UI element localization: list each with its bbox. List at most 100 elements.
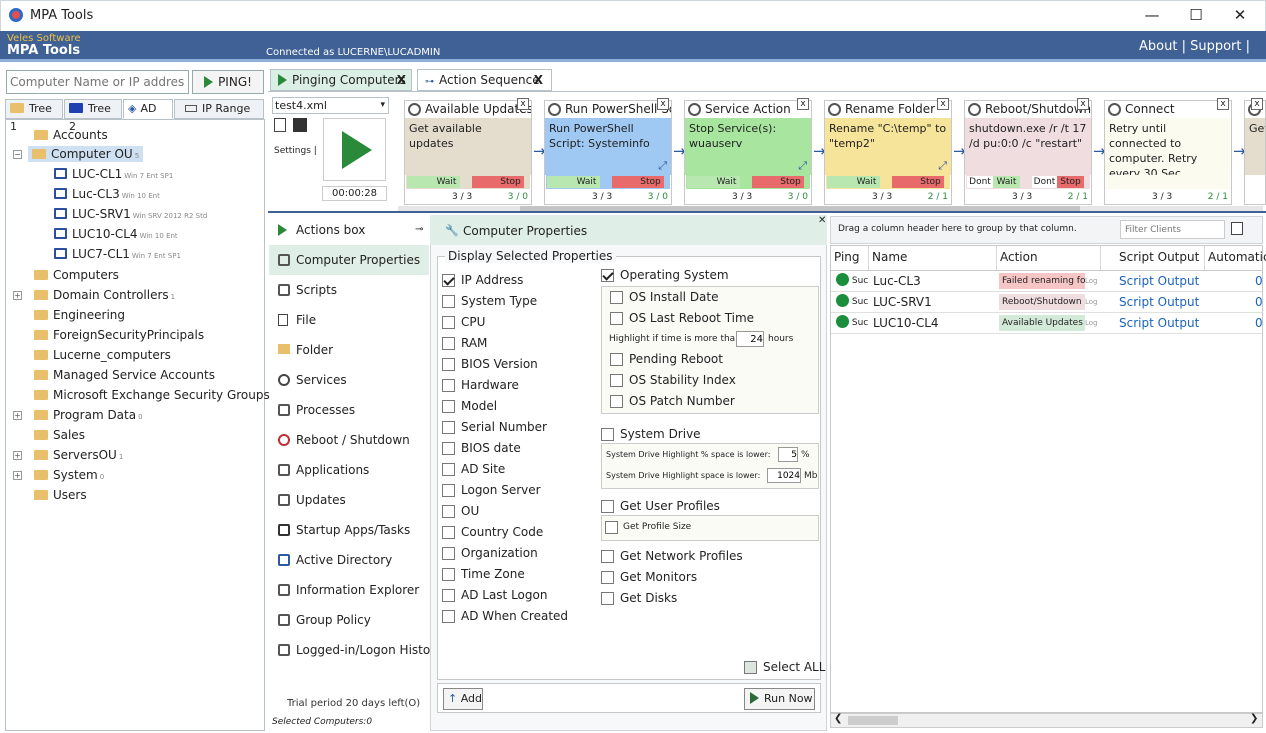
property-checkbox[interactable] <box>442 568 455 581</box>
about-support-links[interactable]: About | Support | <box>1139 39 1250 54</box>
col-ping[interactable]: Ping <box>831 246 869 270</box>
property-checkbox[interactable] <box>442 547 455 560</box>
tree-node[interactable]: Engineering <box>34 308 125 322</box>
stop-label[interactable]: Stop <box>637 176 664 188</box>
tree-computer[interactable]: LUC-SRV1 Win SRV 2012 R2 Std <box>54 207 207 221</box>
nav-item[interactable]: File <box>269 305 429 335</box>
script-output-link[interactable]: Script Output <box>1119 292 1205 313</box>
close-card-icon[interactable]: x <box>937 98 949 110</box>
expand-icon[interactable]: + <box>13 291 22 300</box>
stop-label[interactable]: Stop <box>917 176 944 188</box>
nav-item[interactable]: Actions box <box>269 215 429 245</box>
stop-label[interactable]: Stop <box>777 176 804 188</box>
col-name[interactable]: Name <box>869 246 997 270</box>
property-checkbox[interactable] <box>442 295 455 308</box>
tree-node[interactable]: Computers <box>34 268 119 282</box>
property-checkbox[interactable] <box>442 316 455 329</box>
tab-pinging-computers[interactable]: Pinging Computers X <box>270 69 412 91</box>
dont-label[interactable]: Dont <box>1032 176 1057 188</box>
property-checkbox[interactable] <box>442 589 455 602</box>
property-checkbox[interactable] <box>442 463 455 476</box>
nav-item[interactable]: Information Explorer <box>269 575 429 605</box>
scroll-right-icon[interactable]: ❯ <box>1250 713 1258 724</box>
maximize-button[interactable]: ☐ <box>1176 4 1216 26</box>
table-row[interactable]: Suc LUC10-CL4 Available Updates Log Script O… <box>831 313 1262 334</box>
nav-item[interactable]: Startup Apps/Tasks <box>269 515 429 545</box>
table-row[interactable]: Suc LUC-SRV1 Reboot/Shutdown Log Script Outp… <box>831 292 1262 313</box>
nav-item[interactable]: Active Directory <box>269 545 429 575</box>
checkbox-profile-size[interactable] <box>605 521 618 534</box>
save-icon[interactable] <box>293 118 307 132</box>
expand-icon[interactable]: + <box>13 451 22 460</box>
dont-label[interactable]: Dont <box>967 176 993 188</box>
tree-node[interactable]: Sales <box>34 428 85 442</box>
property-checkbox[interactable] <box>442 526 455 539</box>
checkbox-disks[interactable] <box>601 592 614 605</box>
tab-ad[interactable]: ◈ AD <box>123 99 173 119</box>
tree-computer[interactable]: LUC10-CL4 Win 10 Ent <box>54 227 178 241</box>
checkbox-os-install[interactable] <box>610 291 623 304</box>
action-card[interactable]: Connect Retry until connected to computer… <box>1104 98 1232 205</box>
tree-node[interactable]: Program Data 0 <box>34 408 143 422</box>
run-sequence-button[interactable] <box>323 118 386 181</box>
new-file-icon[interactable] <box>274 118 286 132</box>
checkbox-os-patch[interactable] <box>610 395 623 408</box>
property-checkbox[interactable] <box>442 421 455 434</box>
property-checkbox[interactable] <box>442 274 455 287</box>
minimize-button[interactable]: — <box>1132 4 1172 26</box>
tree-node[interactable]: ForeignSecurityPrincipals <box>34 328 204 342</box>
tab-tree1[interactable]: Tree 1 <box>5 99 63 133</box>
export-icon[interactable] <box>1231 222 1243 235</box>
scroll-left-icon[interactable]: ❮ <box>834 713 842 724</box>
close-card-icon[interactable]: x <box>1217 98 1229 110</box>
property-checkbox[interactable] <box>442 442 455 455</box>
nav-item[interactable]: Folder <box>269 335 429 365</box>
tree-node[interactable]: ServersOU 1 <box>34 448 123 462</box>
filter-clients-input[interactable] <box>1120 220 1225 239</box>
run-now-button[interactable]: Run Now <box>744 688 815 710</box>
close-card-icon[interactable]: x <box>797 98 809 110</box>
pct-input[interactable] <box>778 447 798 462</box>
close-card-icon[interactable]: x <box>1251 98 1263 110</box>
tree-node-selected[interactable]: Computer OU 5 <box>28 146 144 162</box>
expand-icon[interactable]: + <box>13 471 22 480</box>
nav-item[interactable]: Group Policy <box>269 605 429 635</box>
action-card[interactable]: Rename Folder Rename "C:\temp" to "temp2"… <box>824 98 952 205</box>
wait-label[interactable]: Wait <box>433 176 460 188</box>
action-card[interactable]: Available Updates Get available updates x W… <box>404 98 532 205</box>
nav-item[interactable]: Computer Properties <box>269 245 429 275</box>
close-tab-icon[interactable]: X <box>397 70 406 90</box>
collapse-icon[interactable]: − <box>13 150 22 159</box>
action-card[interactable]: Run PowerShell ScriptRun PowerShell Scri… <box>544 98 672 205</box>
tree-computer[interactable]: LUC7-CL1 Win 7 Ent SP1 <box>54 247 181 261</box>
tree-node[interactable]: Users <box>34 488 87 502</box>
property-checkbox[interactable] <box>442 610 455 623</box>
property-checkbox[interactable] <box>442 358 455 371</box>
settings-link[interactable]: Settings | <box>274 146 317 156</box>
action-card[interactable]: Service Action Stop Service(s): wuauserv x… <box>684 98 812 205</box>
mb-input[interactable] <box>767 468 801 483</box>
nav-item[interactable]: Processes <box>269 395 429 425</box>
nav-item[interactable]: Reboot / Shutdown <box>269 425 429 455</box>
checkbox-user-profiles[interactable] <box>601 500 614 513</box>
checkbox-monitors[interactable] <box>601 571 614 584</box>
wait-label[interactable]: Wait <box>713 176 740 188</box>
wait-label[interactable]: Wait <box>573 176 600 188</box>
wait-label[interactable]: Wait <box>853 176 880 188</box>
property-checkbox[interactable] <box>442 379 455 392</box>
checkbox-os-reboot[interactable] <box>610 312 623 325</box>
expand-icon[interactable]: ⤢ <box>938 159 947 173</box>
close-card-icon[interactable]: x <box>1077 98 1089 110</box>
scroll-thumb[interactable] <box>848 716 898 725</box>
checkbox-network-profiles[interactable] <box>601 550 614 563</box>
expand-icon[interactable]: + <box>13 411 22 420</box>
nav-item[interactable]: Updates <box>269 485 429 515</box>
close-card-icon[interactable]: x <box>517 98 529 110</box>
tree-node[interactable]: Lucerne_computers <box>34 348 171 362</box>
stop-label[interactable]: Stop <box>1057 176 1084 188</box>
nav-item[interactable]: Logged-in/Logon History <box>269 635 442 665</box>
tree-node[interactable]: System 0 <box>34 468 104 482</box>
checkbox-operating-system[interactable] <box>601 269 614 282</box>
property-checkbox[interactable] <box>442 400 455 413</box>
hours-input[interactable] <box>736 331 764 347</box>
